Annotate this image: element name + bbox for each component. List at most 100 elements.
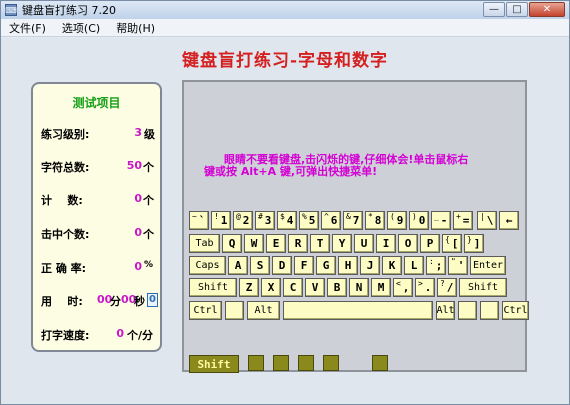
key-row3-0-Caps[interactable]: Caps <box>189 256 226 275</box>
key-row4-1-Z[interactable]: Z <box>239 278 259 297</box>
menu-file[interactable]: 文件(F) <box>1 20 54 36</box>
stat-level-unit: 级 <box>144 128 155 141</box>
key-row1-2-402[interactable]: @2 <box>233 211 253 230</box>
key-row3-3-D[interactable]: D <box>272 256 292 275</box>
key-row1-5-255[interactable]: % 5 <box>299 211 319 230</box>
key-row4-0-Shift[interactable]: Shift <box>189 278 237 297</box>
key-row1-1-211[interactable]: ! 1 <box>211 211 231 230</box>
key-row4-2-X[interactable]: X <box>261 278 281 297</box>
key-row3-11-2227[interactable]: " ' <box>448 256 468 275</box>
key-row1-13-7c5c[interactable]: | \ <box>477 211 497 230</box>
stat-time-min-unit: 分 <box>110 295 121 308</box>
key-row1-9-289[interactable]: (9 <box>387 211 407 230</box>
title-bar[interactable]: ⌨ 键盘盲打练习 7.20 — □ ✕ <box>1 1 569 19</box>
minimize-button[interactable]: — <box>483 2 505 17</box>
key-row4-8-3c2c[interactable]: <, <box>393 278 413 297</box>
key-row1-4-244[interactable]: $4 <box>277 211 297 230</box>
key-row5-4-Alt[interactable]: Alt <box>436 301 455 320</box>
key-row4-4-V[interactable]: V <box>305 278 325 297</box>
key-row5-5-blank[interactable] <box>458 301 477 320</box>
key-row5-7-Ctrl[interactable]: Ctrl <box>502 301 529 320</box>
key-row2-10-P[interactable]: P <box>420 234 440 253</box>
key-row1-11-5f2d[interactable]: _ - <box>431 211 451 230</box>
key-row5-1-blank[interactable] <box>225 301 244 320</box>
key-row1-3-233[interactable]: #3 <box>255 211 275 230</box>
key-row4-3-C[interactable]: C <box>283 278 303 297</box>
key-row2-7-U[interactable]: U <box>354 234 374 253</box>
key-row3-6-H[interactable]: H <box>338 256 358 275</box>
key-shift-glyph: } <box>467 235 472 244</box>
key-row1-8-2a8[interactable]: * 8 <box>365 211 385 230</box>
key-shift-glyph: > <box>418 279 423 288</box>
key-row1-0-7e60[interactable]: ~ ` <box>189 211 209 230</box>
maximize-button[interactable]: □ <box>506 2 528 17</box>
key-row4-10-3f2f[interactable]: ? / <box>437 278 457 297</box>
key-row1-10-290[interactable]: ) 0 <box>409 211 429 230</box>
key-row4-5-B[interactable]: B <box>327 278 347 297</box>
key-row2-8-I[interactable]: I <box>376 234 396 253</box>
key-row1-12-2b3d[interactable]: + = <box>453 211 473 230</box>
key-shift-glyph: < <box>396 279 401 288</box>
instructions: 眼睛不要看键盘,击闪烁的键,仔细体会!单击鼠标右 键或按 Alt+A 键,可弹出… <box>204 154 514 178</box>
key-row4-7-M[interactable]: M <box>371 278 391 297</box>
key-row2-11-7b5b[interactable]: {[ <box>442 234 462 253</box>
key-row5-6-blank[interactable] <box>480 301 499 320</box>
stat-level: 练习级别: 3 级 <box>41 126 156 142</box>
key-row3-8-K[interactable]: K <box>382 256 402 275</box>
key-row5-3-blank[interactable] <box>283 301 433 320</box>
key-main-glyph: ` <box>198 214 206 227</box>
key-row5-0-Ctrl[interactable]: Ctrl <box>189 301 222 320</box>
key-row2-9-O[interactable]: O <box>398 234 418 253</box>
key-row2-3-E[interactable]: E <box>266 234 286 253</box>
key-row4-6-N[interactable]: N <box>349 278 369 297</box>
key-row2-1-Q[interactable]: Q <box>222 234 242 253</box>
key-row2-5-T[interactable]: T <box>310 234 330 253</box>
finger-indicator-5 <box>372 355 388 371</box>
stat-count: 计 数: 0 个 <box>41 192 156 208</box>
key-row5-2-Alt[interactable]: Alt <box>247 301 280 320</box>
key-row3-5-G[interactable]: G <box>316 256 336 275</box>
key-row1-6-5e6[interactable]: ^ 6 <box>321 211 341 230</box>
key-shift-glyph: ? <box>440 279 445 288</box>
stats-panel: 测试项目 练习级别: 3 级 字符总数: 50 个 计 数: 0 个 击中个数:… <box>31 82 162 352</box>
stat-hits-value: 0 <box>134 226 142 239</box>
key-main-glyph: 7 <box>352 214 360 227</box>
key-row4-11-Shift[interactable]: Shift <box>459 278 507 297</box>
key-row3-7-J[interactable]: J <box>360 256 380 275</box>
key-row3-4-F[interactable]: F <box>294 256 314 275</box>
key-row3-9-L[interactable]: L <box>404 256 424 275</box>
key-row1-7-267[interactable]: & 7 <box>343 211 363 230</box>
key-main-glyph: 2 <box>242 214 250 227</box>
key-row2-4-R[interactable]: R <box>288 234 308 253</box>
key-row2-6-Y[interactable]: Y <box>332 234 352 253</box>
menu-help[interactable]: 帮助(H) <box>108 20 163 36</box>
key-shift-glyph: + <box>456 212 461 221</box>
key-row2-2-W[interactable]: W <box>244 234 264 253</box>
menu-options[interactable]: 选项(C) <box>54 20 108 36</box>
key-row4-9-3e2e[interactable]: >. <box>415 278 435 297</box>
key-main-glyph: = <box>462 214 470 227</box>
stat-accuracy-unit: % <box>144 260 154 270</box>
key-shift-glyph: ~ <box>192 212 197 221</box>
client-area: 键盘盲打练习-字母和数字 测试项目 练习级别: 3 级 字符总数: 50 个 计… <box>1 38 569 404</box>
key-main-glyph: [ <box>451 237 459 250</box>
key-row2-12-7d5d[interactable]: }] <box>464 234 484 253</box>
key-shift-glyph: ^ <box>324 212 329 221</box>
key-shift-glyph: & <box>346 212 351 221</box>
key-row1-14-2190[interactable]: ← <box>499 211 519 230</box>
key-row3-1-A[interactable]: A <box>228 256 248 275</box>
stat-speed-unit: 个/分 <box>127 329 154 342</box>
key-main-glyph: \ <box>486 214 494 227</box>
stat-count-unit: 个 <box>143 194 154 207</box>
stats-title: 测试项目 <box>72 96 121 110</box>
close-button[interactable]: ✕ <box>529 2 565 17</box>
key-row3-2-S[interactable]: S <box>250 256 270 275</box>
key-row3-10-3a3b[interactable]: :; <box>426 256 446 275</box>
key-row3-12-Enter[interactable]: Enter <box>470 256 506 275</box>
window-title: 键盘盲打练习 7.20 <box>22 4 116 17</box>
stat-count-label: 计 数: <box>41 194 83 207</box>
blink-indicator: 0 <box>147 293 158 307</box>
key-row2-0-Tab[interactable]: Tab <box>189 234 220 253</box>
instruction-line-2: 键或按 Alt+A 键,可弹出快捷菜单! <box>204 165 378 178</box>
key-shift-glyph: { <box>445 235 450 244</box>
